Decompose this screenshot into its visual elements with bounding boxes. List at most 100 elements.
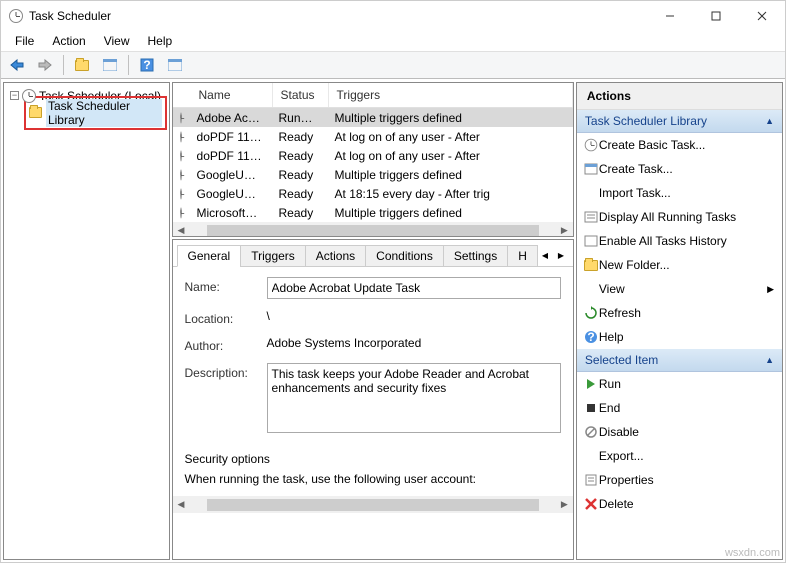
collapse-icon: ▲ bbox=[765, 116, 774, 126]
actions-section-selected[interactable]: Selected Item ▲ bbox=[577, 349, 782, 372]
action-view[interactable]: View▶ bbox=[577, 277, 782, 301]
panel-button-1[interactable] bbox=[98, 54, 122, 76]
menu-help[interactable]: Help bbox=[140, 32, 181, 50]
panel-button-2[interactable] bbox=[163, 54, 187, 76]
tree-library-label: Task Scheduler Library bbox=[46, 99, 162, 127]
history-icon bbox=[583, 233, 599, 249]
tab-conditions[interactable]: Conditions bbox=[365, 245, 444, 267]
menu-action[interactable]: Action bbox=[44, 32, 93, 50]
minimize-button[interactable] bbox=[647, 1, 693, 31]
tab-strip: General Triggers Actions Conditions Sett… bbox=[173, 240, 573, 267]
actions-body: Task Scheduler Library ▲ Create Basic Ta… bbox=[577, 110, 782, 559]
tree-library-row[interactable]: Task Scheduler Library bbox=[20, 104, 167, 121]
task-list-pane: Name Status Triggers Adobe Acro…RunningM… bbox=[172, 82, 574, 237]
play-icon bbox=[583, 376, 599, 392]
task-rows: Adobe Acro…RunningMultiple triggers defi… bbox=[173, 108, 573, 222]
action-help[interactable]: ?Help bbox=[577, 325, 782, 349]
menu-file[interactable]: File bbox=[7, 32, 42, 50]
task-row[interactable]: MicrosoftEd…ReadyMultiple triggers defin… bbox=[173, 203, 573, 222]
action-create-basic-task[interactable]: Create Basic Task... bbox=[577, 133, 782, 157]
task-row[interactable]: doPDF 11 U…ReadyAt log on of any user - … bbox=[173, 146, 573, 165]
tab-general[interactable]: General bbox=[177, 245, 242, 267]
app-icon bbox=[9, 9, 23, 23]
tab-actions[interactable]: Actions bbox=[305, 245, 366, 267]
action-run[interactable]: Run bbox=[577, 372, 782, 396]
wizard-icon bbox=[583, 137, 599, 153]
task-name: doPDF 11 Tel… bbox=[189, 129, 271, 145]
forward-button[interactable] bbox=[33, 54, 57, 76]
action-create-task[interactable]: Create Task... bbox=[577, 157, 782, 181]
svg-text:?: ? bbox=[587, 330, 594, 344]
action-delete[interactable]: Delete bbox=[577, 492, 782, 516]
task-name: doPDF 11 U… bbox=[189, 148, 271, 164]
close-button[interactable] bbox=[739, 1, 785, 31]
tab-scroll-left[interactable]: ◀ bbox=[537, 244, 553, 266]
tab-triggers[interactable]: Triggers bbox=[240, 245, 306, 267]
task-row[interactable]: doPDF 11 Tel…ReadyAt log on of any user … bbox=[173, 127, 573, 146]
disable-icon bbox=[583, 424, 599, 440]
action-refresh[interactable]: Refresh bbox=[577, 301, 782, 325]
name-field[interactable] bbox=[267, 277, 561, 299]
scroll-thumb[interactable] bbox=[207, 225, 539, 237]
actions-header: Actions bbox=[577, 83, 782, 110]
tab-history[interactable]: H bbox=[507, 245, 538, 267]
task-row[interactable]: GoogleUpda…ReadyAt 18:15 every day - Aft… bbox=[173, 184, 573, 203]
window-title: Task Scheduler bbox=[29, 9, 111, 23]
task-triggers: At log on of any user - After bbox=[327, 148, 573, 164]
tab-settings[interactable]: Settings bbox=[443, 245, 508, 267]
detail-hscrollbar[interactable]: ◀ ▶ bbox=[173, 496, 573, 513]
toolbar: ? bbox=[1, 51, 785, 79]
general-form: Name: Location: \ Author: Adobe Systems … bbox=[173, 267, 573, 496]
task-status: Ready bbox=[271, 205, 327, 221]
chevron-right-icon: ▶ bbox=[767, 284, 774, 295]
scroll-thumb[interactable] bbox=[207, 499, 539, 511]
action-properties[interactable]: Properties bbox=[577, 468, 782, 492]
col-status[interactable]: Status bbox=[273, 83, 329, 107]
col-name[interactable]: Name bbox=[173, 83, 273, 107]
tab-scroll-right[interactable]: ▶ bbox=[553, 244, 569, 266]
menu-view[interactable]: View bbox=[96, 32, 138, 50]
task-name: Adobe Acro… bbox=[189, 110, 271, 126]
scheduler-icon bbox=[22, 89, 36, 103]
task-icon bbox=[173, 167, 189, 183]
actions-section-library-label: Task Scheduler Library bbox=[585, 114, 707, 128]
action-new-folder[interactable]: New Folder... bbox=[577, 253, 782, 277]
description-field[interactable]: This task keeps your Adobe Reader and Ac… bbox=[267, 363, 561, 433]
action-disable[interactable]: Disable bbox=[577, 420, 782, 444]
task-icon bbox=[173, 186, 189, 202]
task-status: Ready bbox=[271, 167, 327, 183]
task-icon bbox=[173, 148, 189, 164]
svg-text:?: ? bbox=[143, 58, 150, 72]
action-import-task[interactable]: Import Task... bbox=[577, 181, 782, 205]
back-button[interactable] bbox=[5, 54, 29, 76]
scroll-right-icon[interactable]: ▶ bbox=[556, 222, 573, 237]
collapse-icon[interactable]: − bbox=[10, 91, 19, 100]
scroll-right-icon[interactable]: ▶ bbox=[556, 496, 573, 513]
action-display-running[interactable]: Display All Running Tasks bbox=[577, 205, 782, 229]
location-label: Location: bbox=[185, 309, 267, 326]
action-enable-history[interactable]: Enable All Tasks History bbox=[577, 229, 782, 253]
folder-icon bbox=[29, 107, 42, 118]
scroll-left-icon[interactable]: ◀ bbox=[173, 222, 190, 237]
action-export[interactable]: Export... bbox=[577, 444, 782, 468]
refresh-icon bbox=[583, 305, 599, 321]
up-button[interactable] bbox=[70, 54, 94, 76]
task-list-header: Name Status Triggers bbox=[173, 83, 573, 108]
actions-section-library[interactable]: Task Scheduler Library ▲ bbox=[577, 110, 782, 133]
help-button[interactable]: ? bbox=[135, 54, 159, 76]
task-row[interactable]: Adobe Acro…RunningMultiple triggers defi… bbox=[173, 108, 573, 127]
titlebar: Task Scheduler bbox=[1, 1, 785, 31]
action-end[interactable]: End bbox=[577, 396, 782, 420]
maximize-button[interactable] bbox=[693, 1, 739, 31]
folder-icon bbox=[583, 257, 599, 273]
col-triggers[interactable]: Triggers bbox=[329, 83, 573, 107]
task-row[interactable]: GoogleUpda…ReadyMultiple triggers define… bbox=[173, 165, 573, 184]
task-name: GoogleUpda… bbox=[189, 167, 271, 183]
task-icon bbox=[173, 205, 189, 221]
security-options-header: Security options bbox=[185, 452, 561, 466]
scroll-left-icon[interactable]: ◀ bbox=[173, 496, 190, 513]
hscrollbar[interactable]: ◀ ▶ bbox=[173, 222, 573, 237]
task-status: Ready bbox=[271, 186, 327, 202]
name-label: Name: bbox=[185, 277, 267, 294]
app-window: Task Scheduler File Action View Help ? −… bbox=[0, 0, 786, 563]
